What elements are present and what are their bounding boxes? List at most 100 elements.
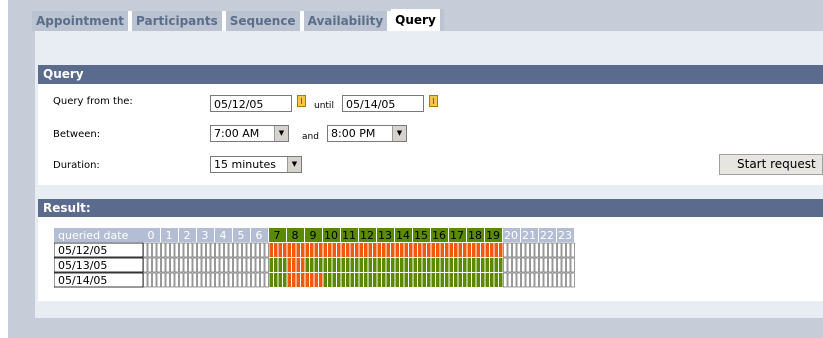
grid-slot-cell (332, 258, 336, 272)
grid-slot-cell (467, 273, 471, 287)
grid-slot-cell (332, 273, 336, 287)
grid-slot-cell (319, 243, 323, 257)
grid-slot-cell (525, 242, 530, 258)
tab-availability[interactable]: Availability (303, 11, 392, 31)
start-request-button[interactable]: Start request (719, 154, 823, 175)
tab-sequence[interactable]: Sequence (225, 11, 304, 31)
grid-slot-cell (445, 273, 449, 287)
grid-slot-cell (170, 242, 175, 258)
grid-slot-cell (359, 258, 363, 272)
grid-slot-cell (251, 257, 256, 273)
grid-slot-cell (400, 243, 404, 257)
tab-participants[interactable]: Participants (132, 11, 226, 31)
grid-slot-cell (188, 242, 193, 258)
calendar-icon[interactable] (297, 95, 306, 107)
grid-slot-cell (143, 242, 148, 258)
grid-slot-cell (224, 257, 229, 273)
grid-hour-label: 19 (486, 229, 500, 242)
start-time-select[interactable]: 7:00 AM ▼ (210, 125, 289, 142)
grid-slot-cell (174, 257, 179, 273)
grid-slot-cell (323, 258, 327, 272)
grid-row-date: 05/14/05 (58, 274, 107, 287)
grid-hour-label: 6 (256, 229, 263, 242)
grid-slot-cell (310, 258, 314, 272)
grid-slot-cell (503, 257, 508, 273)
grid-slot-cell (192, 242, 197, 258)
grid-slot-cell (274, 243, 278, 257)
grid-slot-cell (233, 242, 238, 258)
grid-slot-cell (507, 272, 512, 288)
grid-slot-cell (283, 258, 287, 272)
grid-slot-cell (296, 243, 300, 257)
grid-slot-cell (431, 273, 435, 287)
duration-select[interactable]: 15 minutes ▼ (210, 156, 302, 173)
grid-slot-cell (255, 272, 260, 288)
grid-slot-cell (301, 258, 305, 272)
grid-slot-cell (264, 242, 269, 258)
grid-hour-label: 15 (414, 229, 428, 242)
grid-slot-cell (287, 258, 291, 272)
grid-slot-cell (449, 258, 453, 272)
grid-slot-cell (147, 272, 152, 288)
grid-slot-cell (283, 273, 287, 287)
grid-slot-cell (570, 272, 575, 288)
grid-slot-cell (283, 243, 287, 257)
grid-slot-cell (382, 273, 386, 287)
grid-date-header: queried date (58, 229, 129, 242)
grid-slot-cell (156, 242, 161, 258)
grid-slot-cell (499, 243, 503, 257)
grid-slot-cell (521, 257, 526, 273)
grid-slot-cell (395, 243, 399, 257)
grid-slot-cell (255, 242, 260, 258)
grid-slot-cell (481, 258, 485, 272)
grid-slot-cell (201, 257, 206, 273)
grid-slot-cell (512, 242, 517, 258)
grid-slot-cell (237, 242, 242, 258)
grid-slot-cell (386, 243, 390, 257)
grid-slot-cell (552, 242, 557, 258)
grid-slot-cell (382, 243, 386, 257)
until-date-input[interactable]: 05/14/05 (342, 95, 424, 112)
grid-slot-cell (512, 257, 517, 273)
tab-appointment[interactable]: Appointment (32, 11, 133, 31)
grid-slot-cell (512, 272, 517, 288)
grid-slot-cell (152, 242, 157, 258)
grid-hour-label: 20 (504, 229, 518, 242)
grid-slot-cell (368, 273, 372, 287)
grid-slot-cell (328, 273, 332, 287)
availability-grid-svg: queried date 0 1 2 3 4 5 6 7 8 9 10 11 12 13 14 15 16 17 18… (54, 228, 575, 288)
grid-slot-cell (566, 242, 571, 258)
tab-query[interactable]: Query (391, 9, 444, 31)
grid-slot-cell (242, 257, 247, 273)
grid-slot-cell (147, 257, 152, 273)
grid-slot-cell (561, 272, 566, 288)
grid-slot-cell (287, 243, 291, 257)
grid-slot-cell (463, 273, 467, 287)
grid-slot-cell (543, 272, 548, 288)
grid-slot-cell (328, 258, 332, 272)
end-time-select[interactable]: 8:00 PM ▼ (327, 125, 407, 142)
grid-slot-cell (476, 258, 480, 272)
grid-slot-cell (359, 243, 363, 257)
duration-label: Duration: (53, 160, 100, 171)
grid-slot-cell (246, 272, 251, 288)
chevron-down-icon: ▼ (392, 126, 406, 141)
grid-slot-cell (246, 257, 251, 273)
grid-slot-cell (292, 243, 296, 257)
grid-slot-cell (485, 243, 489, 257)
grid-slot-cell (503, 272, 508, 288)
grid-slot-cell (228, 257, 233, 273)
grid-slot-cell (274, 273, 278, 287)
grid-slot-cell (310, 243, 314, 257)
from-date-input[interactable]: 05/12/05 (210, 95, 292, 112)
grid-slot-cell (561, 242, 566, 258)
grid-slot-cell (525, 257, 530, 273)
grid-slot-cell (561, 257, 566, 273)
grid-slot-cell (192, 257, 197, 273)
grid-slot-cell (413, 243, 417, 257)
calendar-icon[interactable] (429, 95, 438, 107)
grid-slot-cell (350, 258, 354, 272)
grid-slot-cell (301, 273, 305, 287)
grid-slot-cell (436, 258, 440, 272)
grid-slot-cell (197, 257, 202, 273)
